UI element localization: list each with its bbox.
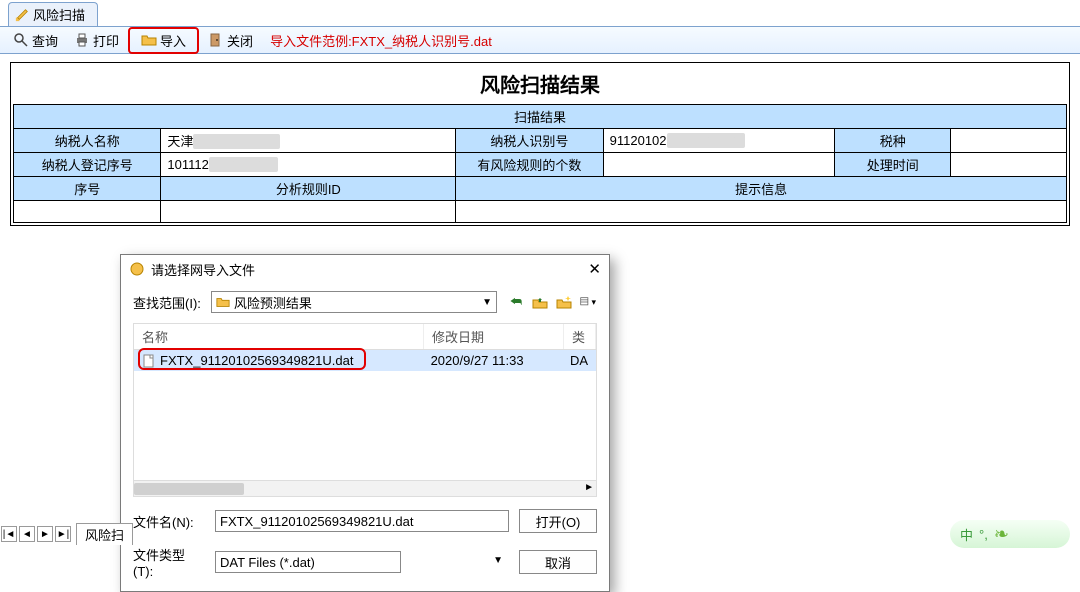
import-hint: 导入文件范例:FXTX_纳税人识别号.dat: [270, 31, 492, 50]
val-taxpayer-name: 天津XXXXXXXXXX: [161, 129, 456, 153]
ime-dot-icon: °,: [979, 527, 988, 542]
band-header: 扫描结果: [14, 105, 1067, 129]
look-in-combo[interactable]: 风险预测结果 ▼: [211, 291, 497, 313]
import-label: 导入: [160, 31, 186, 50]
toolbar: 查询 打印 导入 关闭 导入文件范例:FXTX_纳税人识别号.dat: [0, 26, 1080, 54]
import-button[interactable]: 导入: [134, 29, 193, 52]
tab-risk-scan[interactable]: 风险扫描: [8, 2, 98, 26]
up-one-level-icon[interactable]: [531, 293, 549, 311]
file-date-cell: 2020/9/27 11:33: [423, 350, 562, 371]
dialog-close-icon[interactable]: ✕: [588, 260, 601, 278]
print-button[interactable]: 打印: [67, 29, 126, 52]
lbl-risk-count: 有风险规则的个数: [456, 153, 603, 177]
file-list-hscroll[interactable]: ◄ ►: [134, 480, 596, 496]
row-tip: [456, 201, 1067, 223]
close-button[interactable]: 关闭: [201, 29, 260, 52]
lbl-seq: 序号: [14, 177, 161, 201]
lbl-taxpayer-id: 纳税人识别号: [456, 129, 603, 153]
file-type-label: 文件类型(T):: [133, 545, 205, 579]
folder-open-icon: [141, 32, 157, 48]
nav-last-icon[interactable]: ►|: [55, 526, 71, 542]
ime-status[interactable]: 中 °, ❧: [950, 520, 1070, 548]
file-icon: [142, 354, 156, 368]
lbl-rule-id: 分析规则ID: [161, 177, 456, 201]
print-label: 打印: [93, 31, 119, 50]
view-menu-icon[interactable]: ▾: [579, 293, 597, 311]
lbl-reg-seq: 纳税人登记序号: [14, 153, 161, 177]
import-highlight: 导入: [128, 27, 199, 54]
folder-icon: [216, 295, 230, 309]
col-name[interactable]: 名称: [134, 324, 424, 349]
close-label: 关闭: [227, 31, 253, 50]
file-list-header[interactable]: 名称 修改日期 类: [134, 324, 596, 350]
lbl-tip: 提示信息: [456, 177, 1067, 201]
search-icon: [13, 32, 29, 48]
pencil-icon: [15, 8, 29, 22]
dialog-titlebar[interactable]: 请选择网导入文件 ✕: [121, 255, 609, 283]
tab-label: 风险扫描: [33, 5, 85, 24]
scroll-left-icon[interactable]: ◄: [136, 482, 146, 493]
file-type-cell: DA: [562, 350, 596, 371]
look-in-value: 风险预测结果: [234, 293, 312, 312]
door-icon: [208, 32, 224, 48]
row-rule-id: [161, 201, 456, 223]
ime-text: 中: [960, 525, 973, 544]
new-folder-icon[interactable]: [555, 293, 573, 311]
summary-table: 扫描结果 纳税人名称 天津XXXXXXXXXX 纳税人识别号 91120102X…: [13, 104, 1067, 223]
file-type-select[interactable]: [215, 551, 401, 573]
query-button[interactable]: 查询: [6, 29, 65, 52]
nav-first-icon[interactable]: |◄: [1, 526, 17, 542]
val-proc-time: [951, 153, 1067, 177]
val-reg-seq: 101112XXXXXXXX: [161, 153, 456, 177]
file-row[interactable]: FXTX_91120102569349821U.dat 2020/9/27 11…: [134, 350, 596, 371]
look-in-label: 查找范围(I):: [133, 293, 201, 312]
tab-strip: 风险扫描: [0, 0, 1080, 26]
nav-next-icon[interactable]: ►: [37, 526, 53, 542]
file-name-cell: FXTX_91120102569349821U.dat: [160, 353, 353, 368]
chevron-down-icon: ▼: [482, 297, 492, 308]
lbl-taxpayer-name: 纳税人名称: [14, 129, 161, 153]
col-date[interactable]: 修改日期: [424, 324, 564, 349]
col-type[interactable]: 类: [564, 324, 596, 349]
lbl-tax-type: 税种: [835, 129, 951, 153]
nav-prev-icon[interactable]: ◄: [19, 526, 35, 542]
printer-icon: [74, 32, 90, 48]
dialog-nav-icons: ⮪ ▾: [507, 293, 597, 311]
leaf-icon: ❧: [994, 524, 1009, 545]
file-list: 名称 修改日期 类 FXTX_91120102569349821U.dat 20…: [133, 323, 597, 497]
lbl-proc-time: 处理时间: [835, 153, 951, 177]
val-tax-type: [951, 129, 1067, 153]
val-risk-count: [603, 153, 835, 177]
result-frame: 风险扫描结果 扫描结果 纳税人名称 天津XXXXXXXXXX 纳税人识别号 91…: [10, 62, 1070, 226]
query-label: 查询: [32, 31, 58, 50]
val-taxpayer-id: 91120102XXXXXXXXX: [603, 129, 835, 153]
back-icon[interactable]: ⮪: [507, 293, 525, 311]
scroll-right-icon[interactable]: ►: [584, 482, 594, 493]
sheet-tab[interactable]: 风险扫: [76, 523, 133, 545]
cancel-button[interactable]: 取消: [519, 550, 597, 574]
page-title: 风险扫描结果: [13, 65, 1067, 104]
dialog-title: 请选择网导入文件: [151, 260, 255, 279]
app-icon: [129, 261, 145, 277]
content-area: 风险扫描结果 扫描结果 纳税人名称 天津XXXXXXXXXX 纳税人识别号 91…: [0, 54, 1080, 518]
bottom-bar: |◄ ◄ ► ►| 风险扫 中 °, ❧: [0, 518, 1080, 550]
row-seq: [14, 201, 161, 223]
